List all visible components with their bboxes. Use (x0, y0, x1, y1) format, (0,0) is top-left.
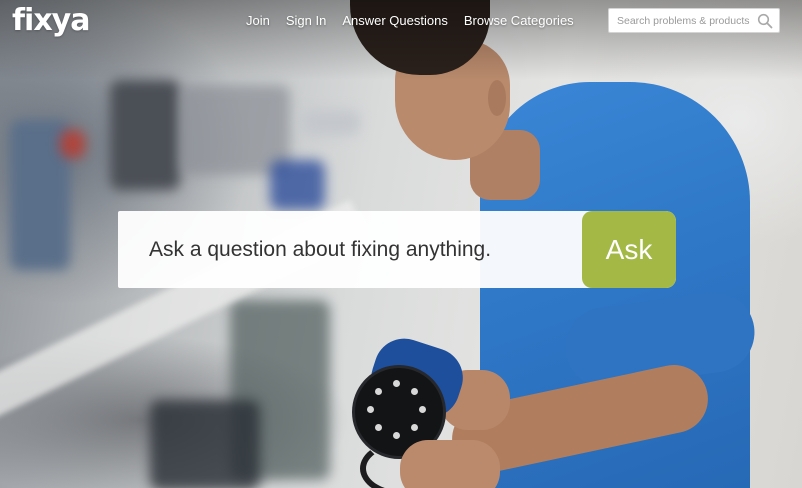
nav-answer-questions-link[interactable]: Answer Questions (342, 13, 448, 28)
search-input[interactable] (609, 9, 755, 32)
ask-button[interactable]: Ask (582, 211, 676, 288)
ask-question-input[interactable]: Ask a question about fixing anything. (118, 211, 582, 288)
nav-join-link[interactable]: Join (246, 13, 270, 28)
header-search (608, 8, 780, 33)
nav-browse-categories-link[interactable]: Browse Categories (464, 13, 574, 28)
nav-sign-in-link[interactable]: Sign In (286, 13, 326, 28)
search-icon[interactable] (757, 13, 773, 29)
top-nav: Join Sign In Answer Questions Browse Cat… (246, 13, 590, 28)
fixya-logo[interactable]: fixya (12, 3, 90, 38)
